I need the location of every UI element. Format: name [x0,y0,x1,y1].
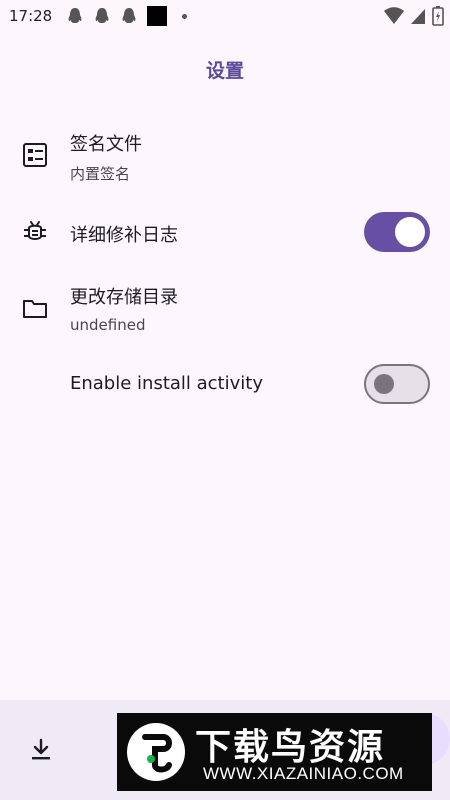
setting-install-activity-title: Enable install activity [70,373,263,394]
setting-install-activity[interactable]: Enable install activity [0,357,450,413]
setting-verbose-log[interactable]: 详细修补日志 [0,205,450,261]
qq-icon [68,8,82,23]
bird-logo-icon [127,723,185,781]
status-time: 17:28 [9,7,53,25]
toggle-knob [374,374,394,394]
download-icon[interactable] [28,737,54,763]
setting-storage-dir-title: 更改存储目录 [70,287,178,308]
page-title: 设置 [205,60,244,82]
watermark-title: 下载鸟资源 [195,727,386,768]
verbose-log-toggle[interactable] [364,212,430,252]
signal-icon [411,9,425,24]
bug-icon [24,221,46,240]
watermark-url: WWW.XIAZAINIAO.COM [203,764,404,783]
setting-signature-file-title: 签名文件 [70,134,142,155]
battery-icon [432,6,444,26]
qq-icon [122,8,136,23]
setting-verbose-log-title: 详细修补日志 [70,225,178,246]
toggle-knob [395,217,425,247]
status-icons [384,6,444,26]
watermark: 下载鸟资源 WWW.XIAZAINIAO.COM [117,713,432,791]
setting-signature-file-subtitle: 内置签名 [70,165,131,183]
setting-storage-dir[interactable]: 更改存储目录 undefined [0,273,450,343]
wifi-icon [384,7,404,24]
qq-icon [95,8,109,23]
setting-signature-file[interactable]: 签名文件 内置签名 [0,120,450,190]
setting-storage-dir-subtitle: undefined [70,316,146,334]
status-bar: 17:28 [0,0,450,34]
install-activity-toggle[interactable] [364,364,430,404]
folder-icon [23,300,47,318]
app-square-icon [147,6,167,26]
dot-icon [182,14,187,19]
document-list-icon [23,143,47,167]
